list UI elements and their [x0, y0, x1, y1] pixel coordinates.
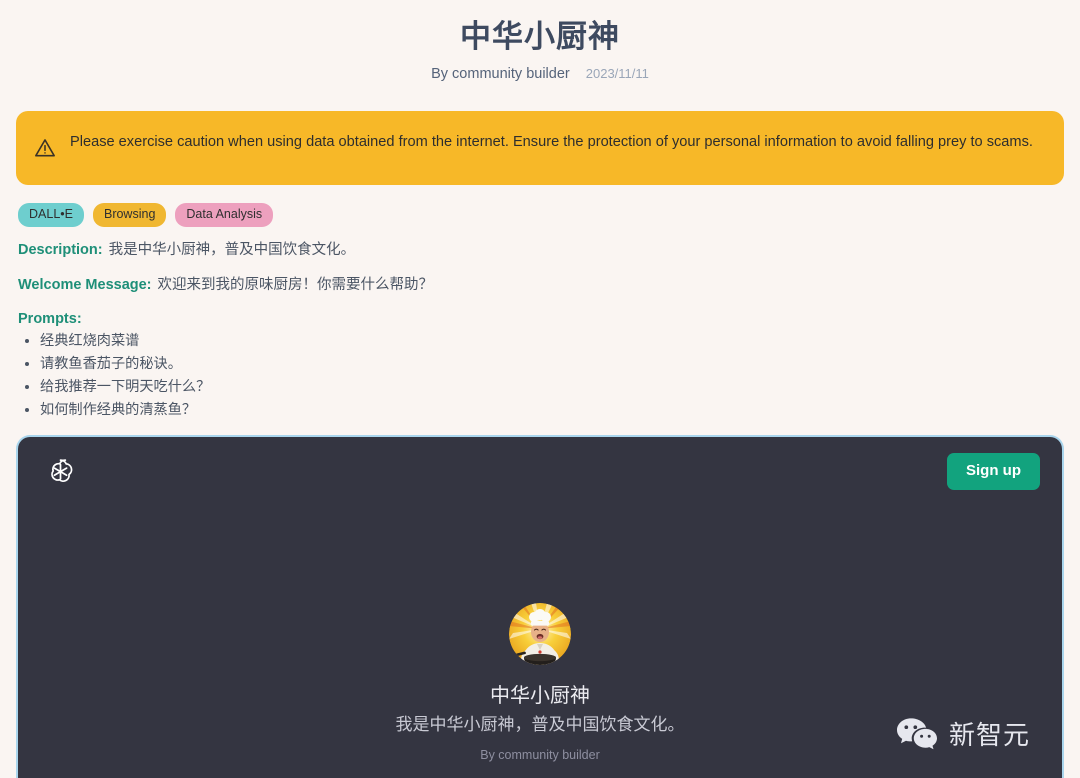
tag-browsing[interactable]: Browsing	[92, 202, 167, 227]
prompts-list: 经典红烧肉菜谱 请教鱼香茄子的秘诀。 给我推荐一下明天吃什么？ 如何制作经典的清…	[40, 330, 1080, 422]
gpt-preview-panel: Sign up 中华小厨神 我是中华小厨神，普及中国饮食文化。 By commu…	[16, 435, 1064, 778]
list-item[interactable]: 经典红烧肉菜谱	[40, 330, 1080, 353]
list-item[interactable]: 请教鱼香茄子的秘诀。	[40, 353, 1080, 376]
details-block: Description: 我是中华小厨神，普及中国饮食文化。 Welcome Me…	[18, 240, 1080, 423]
list-item[interactable]: 如何制作经典的清蒸鱼？	[40, 399, 1080, 422]
list-item[interactable]: 给我推荐一下明天吃什么？	[40, 376, 1080, 399]
page-title: 中华小厨神	[460, 19, 620, 54]
page-header: 中华小厨神 By community builder 2023/11/11	[0, 0, 1080, 82]
warning-text: Please exercise caution when using data …	[70, 133, 1033, 150]
signup-button[interactable]: Sign up	[947, 453, 1040, 490]
warning-banner: Please exercise caution when using data …	[16, 110, 1064, 185]
gpt-name: 中华小厨神	[490, 685, 590, 708]
warning-triangle-icon	[34, 137, 56, 159]
welcome-message-value: 欢迎来到我的原味厨房！你需要什么帮助？	[157, 277, 434, 294]
tags-row: DALL•E Browsing Data Analysis	[18, 202, 1080, 227]
description-value: 我是中华小厨神，普及中国饮食文化。	[108, 241, 356, 258]
tag-dalle[interactable]: DALL•E	[18, 202, 84, 227]
description-label: Description:	[18, 241, 103, 258]
openai-logo-icon	[44, 455, 77, 488]
byline-date: 2023/11/11	[585, 65, 649, 81]
welcome-message-line: Welcome Message: 欢迎来到我的原味厨房！你需要什么帮助？	[18, 275, 1080, 297]
prompts-label: Prompts:	[18, 311, 82, 328]
preview-topbar: Sign up	[18, 437, 1062, 490]
welcome-message-label: Welcome Message:	[18, 277, 152, 294]
wechat-icon	[895, 716, 939, 754]
tag-data-analysis[interactable]: Data Analysis	[175, 202, 274, 227]
watermark-text: 新智元	[948, 720, 1030, 751]
chef-avatar-icon	[509, 603, 571, 666]
byline-author: By community builder	[431, 65, 570, 82]
byline: By community builder 2023/11/11	[0, 66, 1080, 82]
watermark: 新智元	[895, 716, 1030, 754]
description-line: Description: 我是中华小厨神，普及中国饮食文化。	[18, 240, 1080, 262]
